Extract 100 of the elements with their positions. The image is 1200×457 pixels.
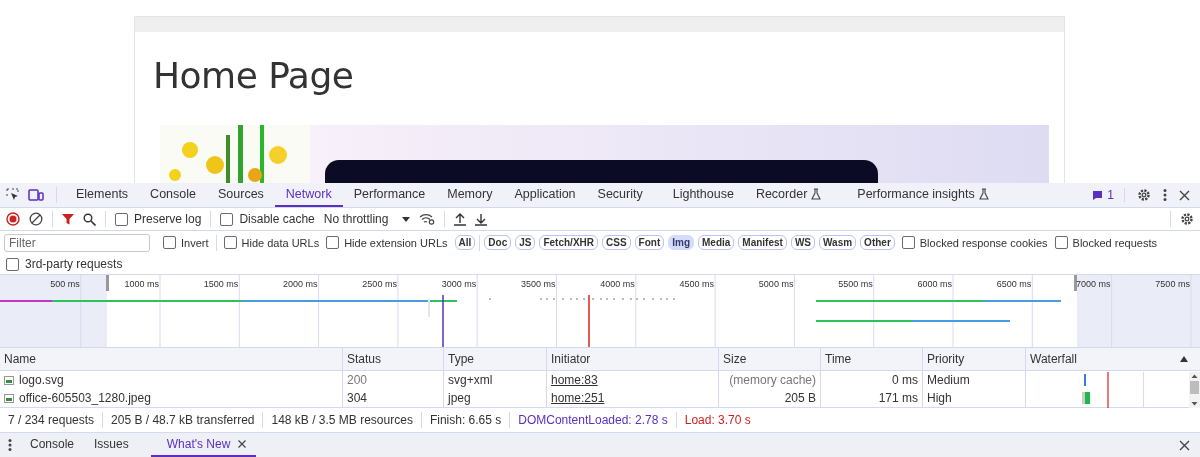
- table-cell: 200: [347, 373, 368, 387]
- time-tick-label: 5500 ms: [838, 279, 874, 289]
- caret-icon: [402, 216, 411, 222]
- column-header[interactable]: Size: [718, 348, 820, 371]
- table-cell: svg+xml: [448, 373, 493, 387]
- checkbox[interactable]: [223, 236, 237, 249]
- panel-tab[interactable]: Console: [139, 183, 207, 207]
- close-icon[interactable]: [1179, 439, 1190, 451]
- checkbox-label: Hide data URLs: [241, 236, 320, 249]
- column-header[interactable]: Status: [342, 348, 443, 371]
- panel-tab[interactable]: Elements: [65, 183, 140, 207]
- checkbox-label: Invert: [181, 236, 209, 249]
- close-icon[interactable]: [238, 440, 247, 448]
- column-header[interactable]: Name: [0, 348, 342, 371]
- summary-text: 7 / 234 requests: [8, 413, 96, 427]
- drawer-tab[interactable]: Issues: [84, 433, 139, 457]
- checkbox-label: Blocked response cookies: [919, 236, 1048, 249]
- panel-tab[interactable]: Performance: [342, 183, 437, 207]
- table-cell: jpeg: [448, 391, 471, 405]
- checkbox[interactable]: [220, 212, 234, 226]
- type-filter-chip[interactable]: Img: [668, 235, 694, 250]
- panel-tab[interactable]: Lighthouse: [661, 183, 745, 207]
- filter-icon[interactable]: [62, 213, 74, 225]
- summary-text: Load: 3.70 s: [684, 413, 752, 427]
- table-cell: Medium: [927, 373, 970, 387]
- table-cell: High: [927, 391, 952, 405]
- type-filter-chip[interactable]: Font: [634, 235, 665, 250]
- device-toolbar-icon[interactable]: [28, 188, 44, 202]
- checkbox[interactable]: [115, 212, 128, 226]
- checkbox-label: Disable cache: [239, 212, 315, 226]
- checkbox-label: Blocked requests: [1072, 236, 1157, 249]
- request-name[interactable]: office-605503_1280.jpeg: [19, 391, 151, 405]
- drawer-tab[interactable]: What's New: [150, 433, 257, 457]
- type-filter-chip[interactable]: Other: [860, 235, 895, 250]
- throttling-dropdown[interactable]: No throttling: [323, 212, 411, 226]
- panel-tab[interactable]: Security: [586, 183, 654, 207]
- summary-text: 205 B / 48.7 kB transferred: [111, 413, 256, 427]
- table-cell: 0 ms: [892, 373, 918, 387]
- panel-tab[interactable]: Recorder: [744, 183, 833, 207]
- drawer-tab[interactable]: Console: [20, 433, 85, 457]
- settings-icon[interactable]: [1180, 212, 1194, 226]
- type-filter-chip[interactable]: JS: [515, 235, 536, 250]
- initiator-link[interactable]: home:251: [551, 391, 605, 405]
- type-filter-chip[interactable]: CSS: [602, 235, 631, 250]
- message-icon: [1092, 189, 1104, 201]
- type-filter-chip[interactable]: Fetch/XHR: [539, 235, 598, 250]
- checkbox[interactable]: [1054, 236, 1068, 249]
- issues-button[interactable]: 1: [1092, 188, 1125, 202]
- time-tick-label: 6000 ms: [917, 279, 953, 289]
- more-icon[interactable]: [8, 438, 12, 452]
- filter-field[interactable]: Filter: [4, 233, 150, 252]
- upload-icon[interactable]: [454, 212, 467, 226]
- column-header[interactable]: Priority: [922, 348, 1025, 371]
- search-icon[interactable]: [83, 212, 96, 226]
- time-tick-label: 500 ms: [50, 279, 81, 289]
- type-filter-chip[interactable]: Manifest: [738, 235, 787, 250]
- panel-tab[interactable]: Memory: [436, 183, 504, 207]
- summary-text: DOMContentLoaded: 2.78 s: [518, 413, 669, 427]
- checkbox-label: Preserve log: [134, 212, 202, 226]
- scrollbar[interactable]: [1189, 372, 1200, 408]
- panel-tab[interactable]: Performance insights: [846, 183, 1000, 207]
- panel-tab[interactable]: Network: [274, 183, 343, 207]
- panel-tab[interactable]: Application: [503, 183, 587, 207]
- column-header[interactable]: Waterfall: [1025, 348, 1200, 371]
- checkbox-label: 3rd-party requests: [25, 257, 123, 271]
- column-header[interactable]: Type: [443, 348, 546, 371]
- initiator-link[interactable]: home:83: [551, 373, 598, 387]
- type-filter-chip[interactable]: WS: [790, 235, 815, 250]
- record-icon[interactable]: [6, 212, 20, 226]
- column-header[interactable]: Time: [820, 348, 922, 371]
- type-filter-chip[interactable]: Media: [698, 235, 735, 250]
- settings-icon[interactable]: [1137, 188, 1151, 202]
- column-header[interactable]: Initiator: [546, 348, 718, 371]
- type-filter-chip[interactable]: All: [454, 235, 476, 250]
- network-conditions-icon[interactable]: [419, 213, 436, 225]
- time-tick-label: 4500 ms: [679, 279, 716, 289]
- time-tick-label: 7500 ms: [1155, 279, 1191, 289]
- time-tick-label: 3000 ms: [441, 279, 478, 289]
- type-filter-chip[interactable]: Doc: [484, 235, 512, 250]
- time-tick-label: 3500 ms: [520, 279, 557, 289]
- time-tick-label: 7000 ms: [1076, 279, 1112, 289]
- clear-icon[interactable]: [29, 212, 43, 226]
- checkbox[interactable]: [901, 236, 915, 249]
- inspect-icon[interactable]: [6, 188, 20, 202]
- more-icon[interactable]: [1163, 188, 1167, 202]
- checkbox[interactable]: [326, 236, 340, 249]
- close-icon[interactable]: [1179, 189, 1190, 201]
- page-heading: Home Page: [153, 54, 355, 98]
- checkbox[interactable]: [163, 236, 176, 249]
- request-name[interactable]: logo.svg: [19, 373, 64, 387]
- table-cell: 205 B: [784, 391, 816, 405]
- checkbox[interactable]: [6, 257, 19, 271]
- time-tick-label: 6500 ms: [996, 279, 1033, 289]
- range-handle[interactable]: [106, 275, 109, 291]
- range-handle[interactable]: [1074, 275, 1077, 291]
- download-icon[interactable]: [475, 212, 488, 226]
- table-cell: (memory cache): [729, 373, 816, 387]
- panel-tab[interactable]: Sources: [207, 183, 275, 207]
- type-filter-chip[interactable]: Wasm: [819, 235, 857, 250]
- table-cell: 304: [347, 391, 368, 405]
